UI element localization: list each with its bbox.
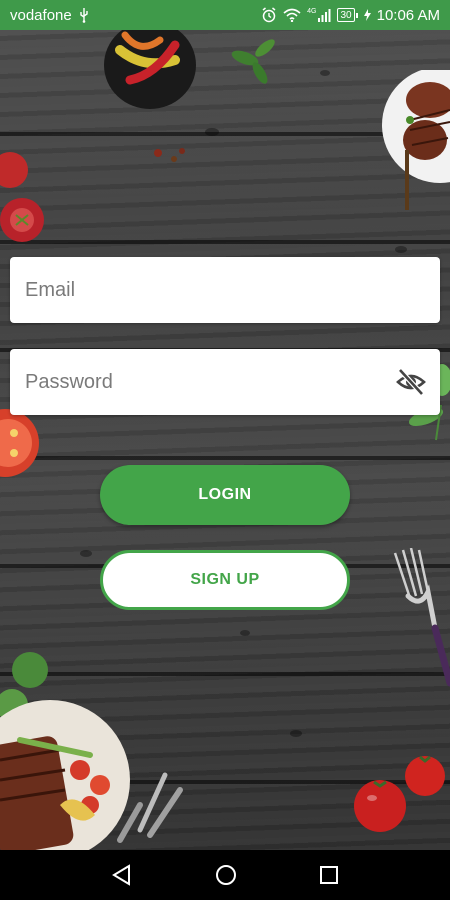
alarm-icon — [261, 7, 277, 23]
wifi-icon — [283, 8, 301, 22]
pepper-bowl-image — [104, 30, 196, 109]
usb-icon — [78, 7, 90, 23]
navigation-bar — [0, 850, 450, 900]
basil-leaves-image — [231, 39, 275, 84]
status-bar: vodafone 4G 30 10:06 AM — [0, 0, 450, 30]
eye-off-icon[interactable] — [396, 368, 426, 396]
steak-plate-image — [382, 70, 450, 210]
password-field-container — [10, 349, 440, 415]
spice-dots-image — [154, 148, 185, 162]
tomato-left-top-image — [0, 152, 44, 242]
login-screen: vodafone 4G 30 10:06 AM Email LOGIN SIGN… — [0, 0, 450, 900]
battery-level: 30 — [337, 8, 355, 22]
recents-square-icon[interactable] — [319, 865, 339, 885]
back-triangle-icon[interactable] — [111, 864, 133, 886]
password-field[interactable] — [10, 349, 440, 415]
login-button-label: LOGIN — [198, 486, 252, 503]
email-field[interactable] — [10, 257, 440, 323]
charging-icon — [363, 9, 371, 21]
tomato-slice-left-image — [0, 409, 39, 477]
carrier-name: vodafone — [10, 6, 72, 24]
clock: 10:06 AM — [376, 6, 440, 24]
email-field-container — [10, 257, 440, 323]
signup-button[interactable]: SIGN UP — [100, 550, 350, 610]
home-circle-icon[interactable] — [215, 864, 237, 886]
network-type: 4G — [307, 8, 317, 15]
pasta-plate-image — [0, 652, 183, 850]
signup-button-label: SIGN UP — [190, 571, 260, 588]
fork-image — [393, 548, 450, 687]
battery-icon: 30 — [337, 8, 358, 22]
signal-icon: 4G — [307, 8, 331, 22]
tomatoes-bottom-right-image — [354, 755, 445, 832]
login-button[interactable]: LOGIN — [100, 465, 350, 525]
